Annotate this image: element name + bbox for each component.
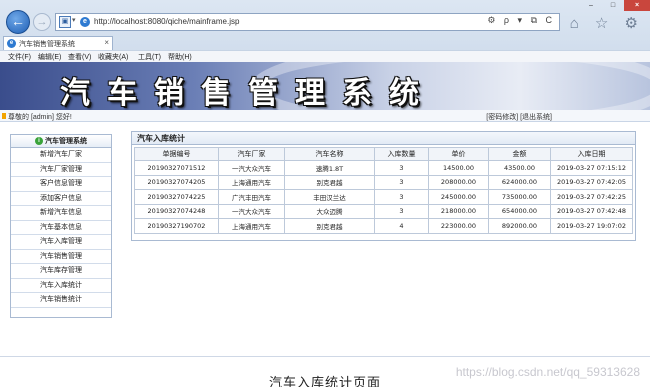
divider	[0, 356, 650, 357]
address-tools-icon[interactable]: ⚙ ρ ▾ ⧉ C	[487, 15, 555, 26]
table-header-row: 单据编号 汽车厂家 汽车名称 入库数量 单价 金额 入库日期	[134, 147, 633, 161]
maximize-button[interactable]: □	[602, 0, 624, 11]
welcome-text: 尊敬的 [admin] 您好!	[8, 114, 72, 121]
table-cell: 654000.00	[488, 203, 551, 219]
watermark: https://blog.csdn.net/qq_59313628	[455, 365, 640, 379]
sidebar-item-stock-in-stats[interactable]: 汽车入库统计	[11, 278, 111, 293]
table-cell: 2019-03-27 19:07:02	[550, 218, 633, 234]
table-row: 20190327074205 上海通用汽车 别克君越 3 208000.00 6…	[134, 174, 633, 190]
address-bar[interactable]: ▣ ▾ e http://localhost:8080/qiche/mainfr…	[55, 13, 560, 31]
table-cell: 丰田汉兰达	[284, 189, 375, 205]
column-header: 金额	[488, 147, 551, 161]
table-cell: 20190327074205	[134, 174, 219, 190]
table-cell: 208000.00	[428, 174, 489, 190]
sidebar-item-car-info[interactable]: 汽车基本信息	[11, 220, 111, 235]
sidebar-item-maker-manage[interactable]: 汽车厂家管理	[11, 162, 111, 177]
tab-title: 汽车销售管理系统	[19, 41, 75, 48]
sidebar-item-customer-manage[interactable]: 客户信息管理	[11, 177, 111, 192]
table-cell: 20190327074248	[134, 203, 219, 219]
page-title: 汽车入库统计	[132, 132, 635, 145]
browser-tab[interactable]: e 汽车销售管理系统 ×	[3, 36, 113, 50]
banner-title: 汽车销售管理系统	[60, 76, 436, 110]
info-icon: i	[35, 137, 43, 146]
menu-view[interactable]: 查看(V)	[68, 52, 91, 62]
table-cell: 3	[374, 160, 429, 176]
table-cell: 2019-03-27 07:15:12	[550, 160, 633, 176]
table-cell: 892000.00	[488, 218, 551, 234]
sidebar-header-label: 汽车管理系统	[45, 138, 87, 145]
table-cell: 20190327190702	[134, 218, 219, 234]
table-cell: 大众迈腾	[284, 203, 375, 219]
main-panel: 汽车入库统计 单据编号 汽车厂家 汽车名称 入库数量 单价 金额 入库日期 20…	[131, 131, 636, 241]
column-header: 单价	[428, 147, 489, 161]
table-cell: 上海通用汽车	[218, 218, 285, 234]
table-cell: 624000.00	[488, 174, 551, 190]
window-controls: – □ ×	[576, 0, 650, 12]
table-cell: 2019-03-27 07:42:05	[550, 174, 633, 190]
url-text[interactable]: http://localhost:8080/qiche/mainframe.js…	[94, 17, 239, 26]
menu-favorites[interactable]: 收藏夹(A)	[98, 52, 128, 62]
home-star-gear-icon[interactable]: ⌂ ☆ ⚙	[570, 14, 644, 32]
table-cell: 上海通用汽车	[218, 174, 285, 190]
table-cell: 3	[374, 203, 429, 219]
sidebar: i 汽车管理系统 新增汽车厂家 汽车厂家管理 客户信息管理 添加客户信息 新增汽车…	[10, 134, 112, 318]
sidebar-item-add-customer[interactable]: 添加客户信息	[11, 191, 111, 206]
table-cell: 一汽大众汽车	[218, 203, 285, 219]
column-header: 入库数量	[374, 147, 429, 161]
sidebar-item-add-maker[interactable]: 新增汽车厂家	[11, 148, 111, 163]
header-banner: 汽车销售管理系统	[0, 62, 650, 110]
close-window-button[interactable]: ×	[624, 0, 650, 11]
minimize-button[interactable]: –	[580, 0, 602, 11]
sidebar-item-sales-stats[interactable]: 汽车销售统计	[11, 293, 111, 308]
menu-file[interactable]: 文件(F)	[8, 52, 31, 62]
ie-icon: e	[7, 39, 16, 48]
table-cell: 4	[374, 218, 429, 234]
close-icon[interactable]: ×	[104, 38, 109, 47]
table-row: 20190327074248 一汽大众汽车 大众迈腾 3 218000.00 6…	[134, 203, 633, 219]
ie-icon: e	[80, 17, 90, 27]
table-cell: 223000.00	[428, 218, 489, 234]
browser-chrome: – □ × ← → ▣ ▾ e http://localhost:8080/qi…	[0, 0, 650, 62]
sidebar-item-inventory-manage[interactable]: 汽车库存管理	[11, 264, 111, 279]
menu-tools[interactable]: 工具(T)	[138, 52, 161, 62]
table-row: 20190327190702 上海通用汽车 别克君越 4 223000.00 8…	[134, 218, 633, 234]
stock-in-table: 单据编号 汽车厂家 汽车名称 入库数量 单价 金额 入库日期 201903270…	[134, 147, 633, 234]
menu-edit[interactable]: 编辑(E)	[38, 52, 61, 62]
table-cell: 245000.00	[428, 189, 489, 205]
table-cell: 一汽大众汽车	[218, 160, 285, 176]
table-cell: 3	[374, 189, 429, 205]
table-cell: 别克君越	[284, 174, 375, 190]
table-cell: 速腾1.8T	[284, 160, 375, 176]
column-header: 汽车厂家	[218, 147, 285, 161]
back-arrow-icon[interactable]: ←	[6, 10, 30, 34]
table-cell: 2019-03-27 07:42:25	[550, 189, 633, 205]
table-cell: 218000.00	[428, 203, 489, 219]
sidebar-item-sales-manage[interactable]: 汽车销售管理	[11, 249, 111, 264]
account-links[interactable]: [密码修改] [退出系统]	[486, 112, 552, 122]
column-header: 汽车名称	[284, 147, 375, 161]
status-bar: 尊敬的 [admin] 您好! [密码修改] [退出系统]	[0, 110, 650, 122]
sidebar-header: i 汽车管理系统	[11, 135, 111, 148]
table-cell: 2019-03-27 07:42:48	[550, 203, 633, 219]
table-row: 20190327071512 一汽大众汽车 速腾1.8T 3 14500.00 …	[134, 160, 633, 176]
marker-icon	[2, 113, 6, 119]
column-header: 单据编号	[134, 147, 219, 161]
table-cell: 43500.00	[488, 160, 551, 176]
column-header: 入库日期	[550, 147, 633, 161]
table-cell: 20190327071512	[134, 160, 219, 176]
table-cell: 别克君越	[284, 218, 375, 234]
page-icon: ▣	[59, 16, 71, 28]
table-cell: 广汽丰田汽车	[218, 189, 285, 205]
menu-bar: 文件(F) 编辑(E) 查看(V) 收藏夹(A) 工具(T) 帮助(H)	[0, 50, 650, 62]
table-cell: 20190327074225	[134, 189, 219, 205]
sidebar-item-stock-in-manage[interactable]: 汽车入库管理	[11, 235, 111, 250]
table-cell: 14500.00	[428, 160, 489, 176]
table-cell: 735000.00	[488, 189, 551, 205]
table-row: 20190327074225 广汽丰田汽车 丰田汉兰达 3 245000.00 …	[134, 189, 633, 205]
chevron-down-icon[interactable]: ▾	[72, 16, 76, 24]
sidebar-item-add-car[interactable]: 新增汽车信息	[11, 206, 111, 221]
menu-help[interactable]: 帮助(H)	[168, 52, 192, 62]
forward-arrow-icon[interactable]: →	[33, 13, 51, 31]
table-cell: 3	[374, 174, 429, 190]
